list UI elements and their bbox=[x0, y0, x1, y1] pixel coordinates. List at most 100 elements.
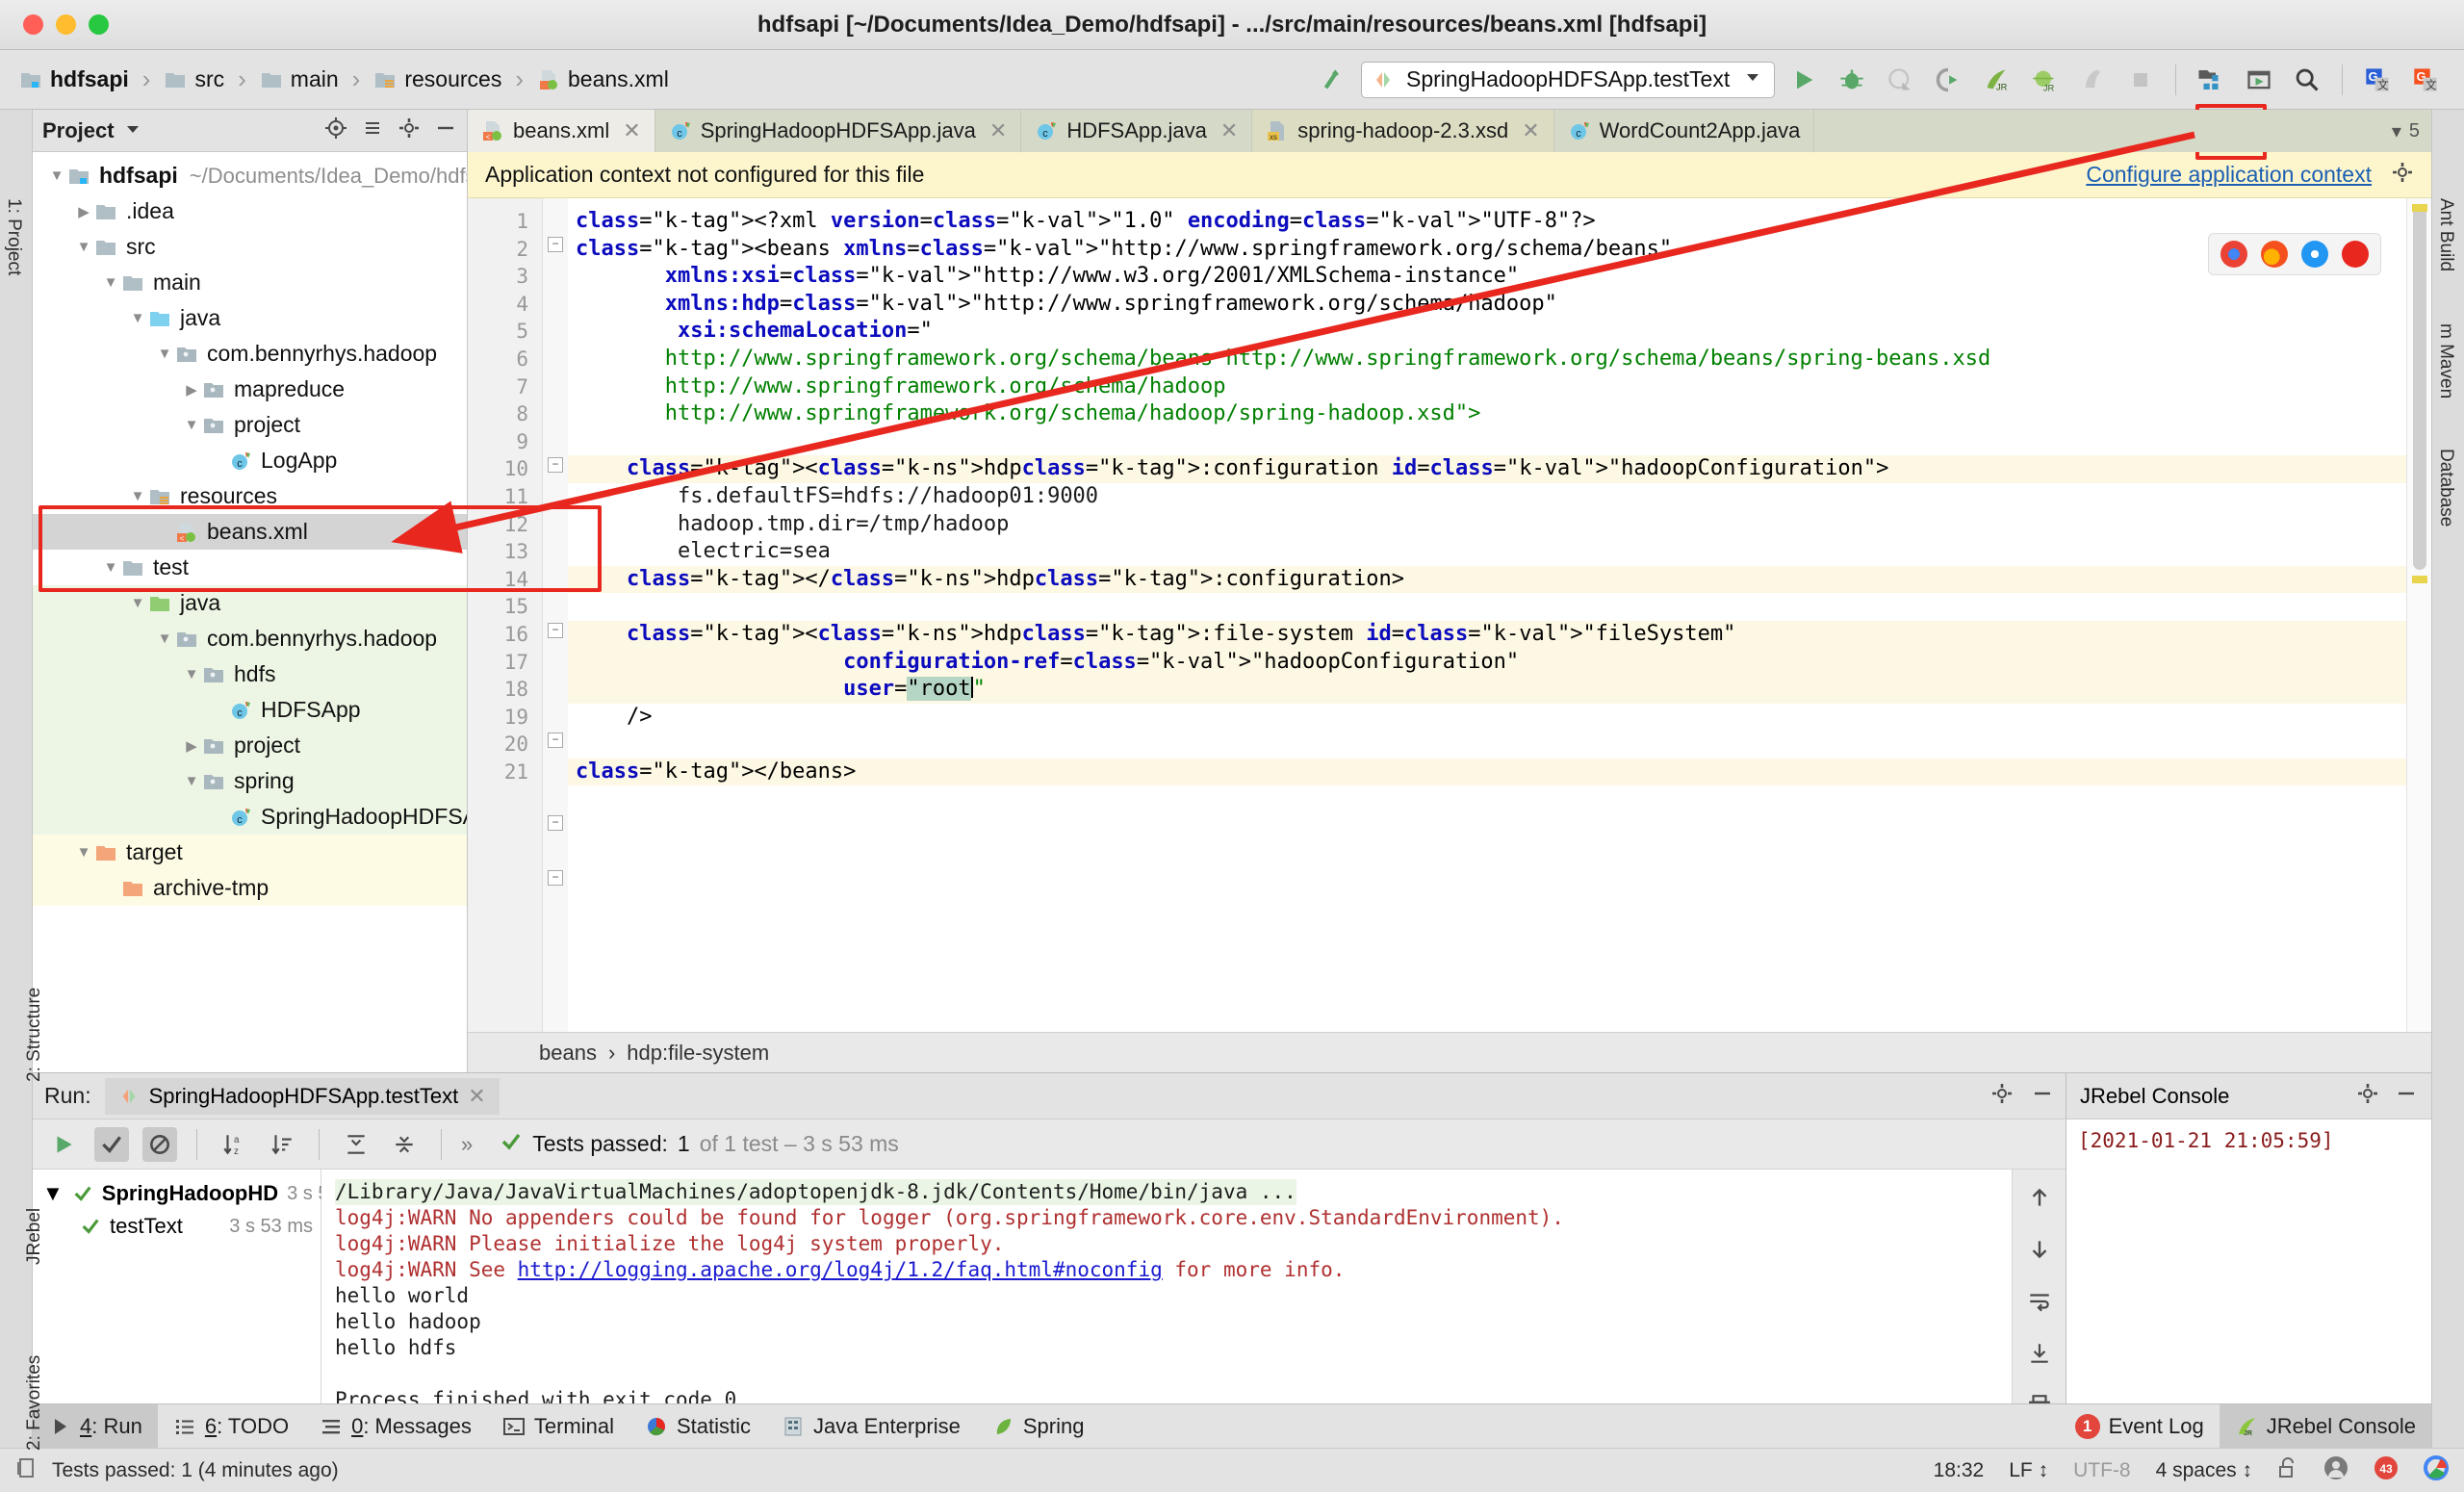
tree-node-springhadoophdfsapp[interactable]: c SpringHadoopHDFSApp bbox=[33, 799, 467, 835]
close-tab-icon[interactable]: ✕ bbox=[1220, 118, 1238, 143]
settings-icon[interactable] bbox=[2356, 1082, 2379, 1111]
code-line[interactable]: http://www.springframework.org/schema/ha… bbox=[568, 400, 2431, 428]
tree-node-com-bennyrhys-hadoop[interactable]: ▼ com.bennyrhys.hadoop bbox=[33, 621, 467, 656]
chevron-down-icon[interactable]: ▾ bbox=[2392, 119, 2401, 143]
tree-node-project[interactable]: ▼ project bbox=[33, 407, 467, 443]
firefox-icon[interactable] bbox=[2261, 241, 2288, 268]
tree-node-archive-tmp[interactable]: archive-tmp bbox=[33, 870, 467, 906]
tool-window-button-messages[interactable]: 0: Messages bbox=[304, 1404, 487, 1448]
code-line[interactable]: class="k-tag"><class="k-ns">hdpclass="k-… bbox=[568, 620, 2431, 649]
breadcrumb-item-resources[interactable]: resources bbox=[368, 64, 507, 94]
code-content[interactable]: class="k-tag"><?xml version=class="k-val… bbox=[568, 198, 2431, 1032]
chrome-icon[interactable] bbox=[2220, 241, 2247, 268]
editor-tab-wordcount2app-java[interactable]: c WordCount2App.java bbox=[1554, 110, 1815, 152]
error-stripe-mark[interactable] bbox=[2412, 576, 2427, 583]
breadcrumb-item-hdfsapi[interactable]: hdfsapi bbox=[13, 64, 135, 94]
run-tab[interactable]: SpringHadoopHDFSApp.testText ✕ bbox=[104, 1077, 500, 1115]
sidebar-item-database[interactable]: Database bbox=[2435, 449, 2456, 527]
collapse-all-icon[interactable] bbox=[387, 1127, 422, 1162]
code-line[interactable] bbox=[568, 428, 2431, 456]
minimize-window-button[interactable] bbox=[56, 14, 76, 35]
editor-tab-hdfsapp-java[interactable]: c HDFSApp.java ✕ bbox=[1021, 110, 1253, 152]
tree-node-java[interactable]: ▼ java bbox=[33, 300, 467, 336]
collapse-arrow-icon[interactable]: ▼ bbox=[181, 773, 202, 789]
editor-scrollbar[interactable] bbox=[2406, 198, 2431, 1032]
editor-tab-spring-hadoop-2-3-xsd[interactable]: xs spring-hadoop-2.3.xsd ✕ bbox=[1252, 110, 1554, 152]
fold-marker[interactable]: − bbox=[548, 457, 563, 473]
code-line[interactable]: class="k-tag"><beans xmlns=class="k-val"… bbox=[568, 236, 2431, 264]
translate-icon[interactable]: G文 bbox=[2406, 61, 2445, 99]
hide-icon[interactable] bbox=[434, 116, 457, 145]
console-output[interactable]: /Library/Java/JavaVirtualMachines/adopto… bbox=[321, 1170, 2012, 1403]
tree-node-spring[interactable]: ▼ spring bbox=[33, 763, 467, 799]
encoding-selector[interactable]: UTF-8 bbox=[2073, 1459, 2131, 1482]
run-with-coverage-icon[interactable] bbox=[1881, 61, 1919, 99]
console-link[interactable]: http://logging.apache.org/log4j/1.2/faq.… bbox=[518, 1258, 1163, 1281]
editor-tabs-overflow[interactable]: ▾ 5 bbox=[2380, 110, 2431, 152]
editor-tab-springhadoophdfsapp-java[interactable]: c SpringHadoopHDFSApp.java ✕ bbox=[655, 110, 1022, 152]
scrollbar-thumb[interactable] bbox=[2413, 204, 2426, 570]
code-line[interactable] bbox=[568, 731, 2431, 759]
tool-window-button-event-log[interactable]: 1 Event Log bbox=[2060, 1404, 2220, 1448]
collapse-arrow-icon[interactable]: ▼ bbox=[100, 274, 121, 291]
indent-selector[interactable]: 4 spaces ↕ bbox=[2156, 1459, 2252, 1482]
code-line[interactable]: configuration-ref=class="k-val">"hadoopC… bbox=[568, 648, 2431, 677]
collapse-arrow-icon[interactable]: ▼ bbox=[73, 844, 94, 861]
sidebar-item-jrebel[interactable]: JRebel bbox=[24, 1208, 45, 1265]
editor-breadcrumb[interactable]: beans › hdp:file-system bbox=[468, 1032, 2431, 1072]
test-result-row[interactable]: testText 3 s 53 ms bbox=[33, 1210, 321, 1243]
google-translate-icon[interactable]: G文 bbox=[2358, 61, 2397, 99]
scroll-to-end-icon[interactable] bbox=[2027, 1341, 2052, 1372]
collapse-arrow-icon[interactable]: ▼ bbox=[181, 666, 202, 682]
collapse-arrow-icon[interactable]: ▼ bbox=[127, 310, 148, 326]
expand-arrow-icon[interactable]: ▶ bbox=[181, 737, 202, 755]
scroll-down-icon[interactable] bbox=[2027, 1237, 2052, 1268]
close-tab-icon[interactable]: ✕ bbox=[623, 118, 640, 143]
safari-icon[interactable] bbox=[2301, 241, 2328, 268]
soft-wrap-icon[interactable] bbox=[2027, 1289, 2052, 1320]
sidebar-item-project[interactable]: 1: Project bbox=[3, 198, 24, 275]
tree-node-hdfs[interactable]: ▼ hdfs bbox=[33, 656, 467, 692]
unlocked-icon[interactable] bbox=[2277, 1456, 2298, 1485]
collapse-arrow-icon[interactable]: ▼ bbox=[73, 239, 94, 255]
project-structure-icon[interactable] bbox=[2192, 61, 2230, 99]
editor-tab-beans-xml[interactable]: < beans.xml ✕ bbox=[468, 110, 655, 152]
tool-window-button-java-enterprise[interactable]: Java Enterprise bbox=[766, 1404, 976, 1448]
locate-icon[interactable] bbox=[324, 116, 347, 145]
google-icon[interactable] bbox=[2424, 1454, 2449, 1486]
code-editor[interactable]: 1 2 3 4 5 6 7 8 9 10 11 12 13 14 15 16 17 18 19 20 21 − − − … bbox=[468, 198, 2431, 1032]
gear-icon[interactable] bbox=[2391, 161, 2414, 190]
tree-node-hdfsapp[interactable]: c HDFSApp bbox=[33, 692, 467, 728]
scroll-up-icon[interactable] bbox=[2027, 1185, 2052, 1216]
code-line[interactable]: user="root" bbox=[568, 676, 2431, 704]
code-line[interactable]: xmlns:hdp=class="k-val">"http://www.spri… bbox=[568, 291, 2431, 319]
configure-application-context-link[interactable]: Configure application context bbox=[2086, 162, 2372, 188]
code-line[interactable]: class="k-tag"></class="k-ns">hdpclass="k… bbox=[568, 565, 2431, 594]
select-run-target-icon[interactable] bbox=[2240, 61, 2278, 99]
jrebel-debug-icon[interactable]: JR bbox=[2025, 61, 2064, 99]
close-icon[interactable]: ✕ bbox=[468, 1084, 485, 1109]
test-results-tree[interactable]: ▼ SpringHadoopHD 3 s 53 mstestText 3 s 53 m… bbox=[33, 1170, 371, 1403]
chevron-down-icon[interactable] bbox=[124, 117, 141, 143]
collapse-arrow-icon[interactable]: ▼ bbox=[127, 488, 148, 504]
tool-window-bar[interactable]: 4: Run 6: TODO 0: Messages Terminal Statisti… bbox=[33, 1403, 2431, 1448]
build-icon[interactable] bbox=[1313, 61, 1351, 99]
breadcrumb-item-src[interactable]: src bbox=[158, 64, 230, 94]
opera-icon[interactable] bbox=[2342, 241, 2369, 268]
fold-marker[interactable]: − bbox=[548, 733, 563, 748]
collapse-all-icon[interactable] bbox=[361, 116, 384, 145]
tree-node-logapp[interactable]: c LogApp bbox=[33, 443, 467, 478]
close-tab-icon[interactable]: ✕ bbox=[1522, 118, 1539, 143]
collapse-arrow-icon[interactable]: ▼ bbox=[154, 346, 175, 362]
fold-marker[interactable]: − bbox=[548, 237, 563, 252]
close-window-button[interactable] bbox=[23, 14, 43, 35]
run-icon[interactable] bbox=[1784, 61, 1823, 99]
code-line[interactable]: fs.defaultFS=hdfs://hadoop01:9000 bbox=[568, 483, 2431, 511]
more-icon[interactable]: » bbox=[461, 1132, 473, 1157]
breadcrumb-item-beans-xml[interactable]: beans.xml bbox=[531, 64, 675, 94]
fold-column[interactable]: − − − − − − bbox=[543, 198, 568, 1032]
tool-window-button-jrebel-console[interactable]: JR JRebel Console bbox=[2219, 1404, 2431, 1448]
tree-node-com-bennyrhys-hadoop[interactable]: ▼ com.bennyrhys.hadoop bbox=[33, 336, 467, 372]
tree-node-target[interactable]: ▼ target bbox=[33, 835, 467, 870]
run-configuration-selector[interactable]: SpringHadoopHDFSApp.testText bbox=[1361, 61, 1775, 98]
